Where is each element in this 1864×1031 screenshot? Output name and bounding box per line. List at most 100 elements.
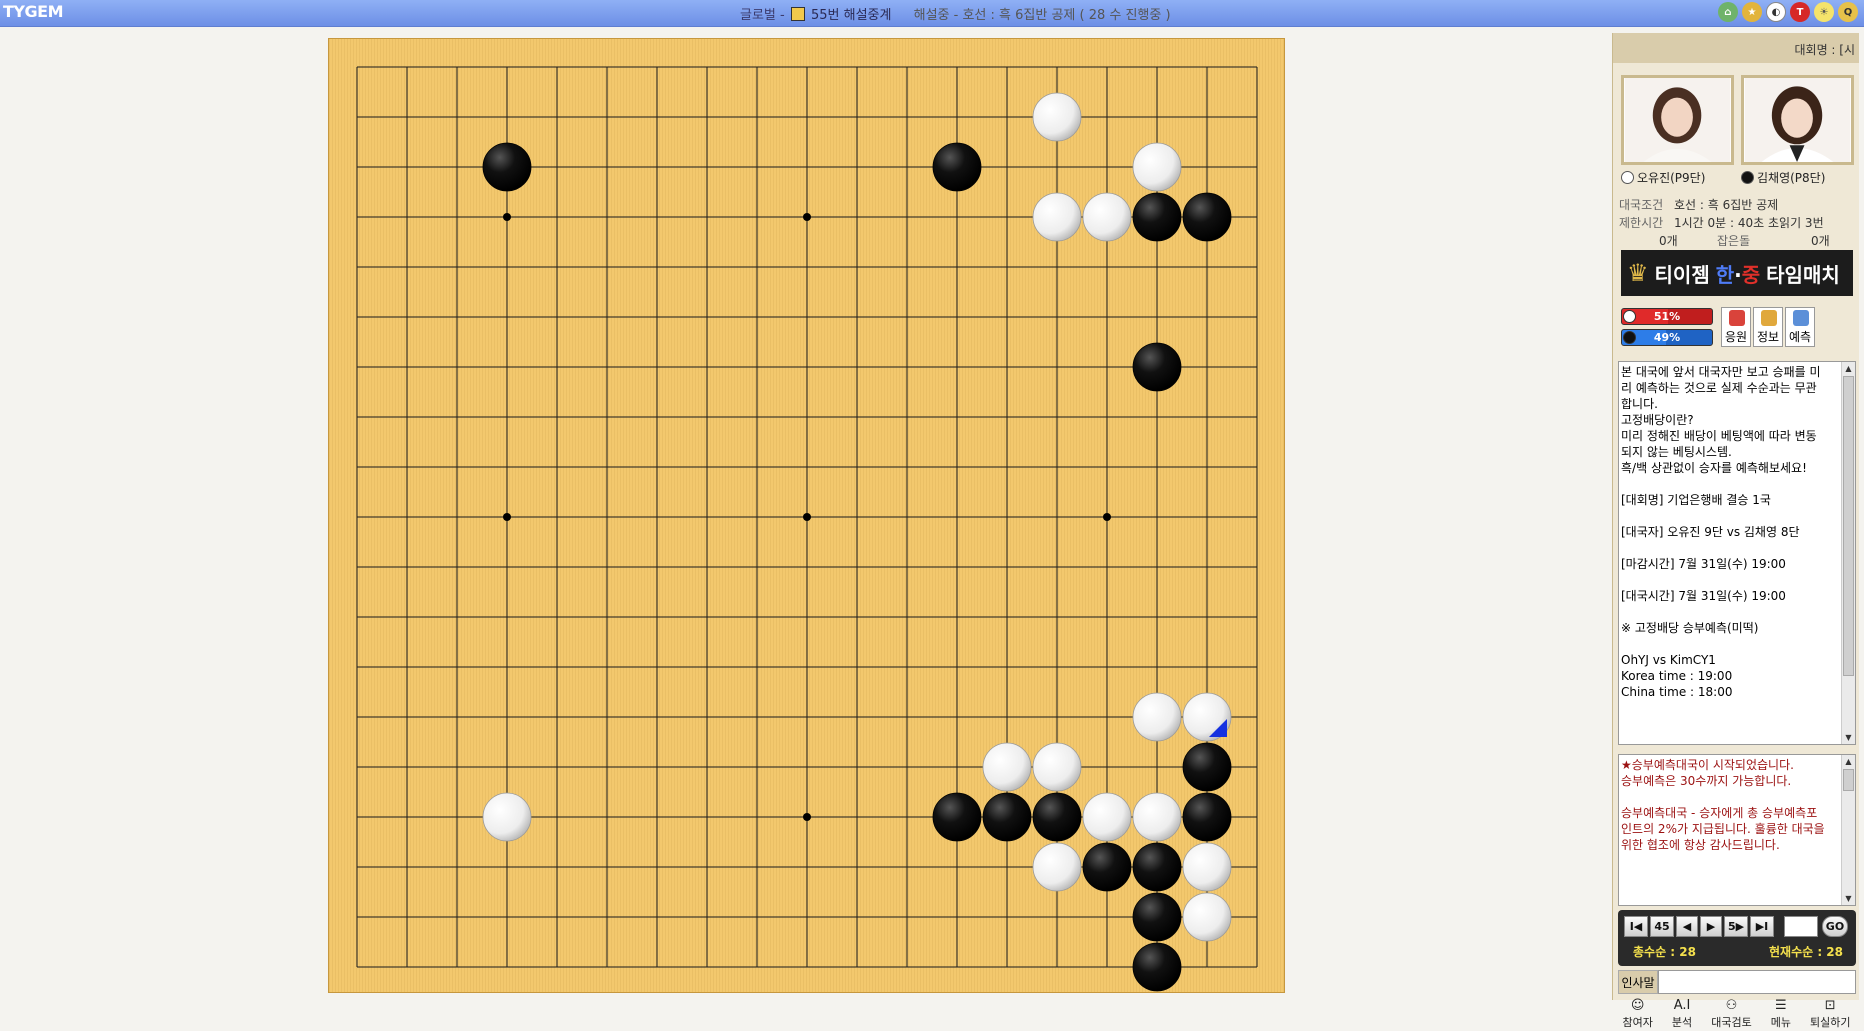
scroll-up-icon[interactable]: ▲ [1842, 755, 1855, 768]
bottom-toolbar: ☺ 참여자 A.I 분석 ⚇ 대국검토 ☰ 메뉴 ⊡ 퇴실하기 [1613, 995, 1860, 1031]
toolbar-label: 메뉴 [1770, 1016, 1791, 1029]
scroll-thumb[interactable] [1843, 376, 1854, 676]
info-icon [1761, 310, 1777, 326]
forward-5-button[interactable]: 5▶ [1724, 916, 1748, 937]
text-line: 리 예측하는 것으로 실제 수순과는 무관 [1621, 381, 1817, 395]
black-win-percent: 49% [1621, 329, 1713, 346]
scroll-down-icon[interactable]: ▼ [1842, 892, 1855, 905]
toolbar-label: 퇴실하기 [1810, 1016, 1851, 1029]
go-button[interactable]: GO [1822, 916, 1848, 937]
info-text: 본 대국에 앞서 대국자만 보고 승패를 미리 예측하는 것으로 실제 수순과는… [1621, 364, 1839, 700]
black-stone [1182, 192, 1232, 242]
room-name: 55번 해설중계 [811, 8, 892, 23]
toolbar-button-1[interactable]: A.I 분석 [1672, 995, 1692, 1031]
scroll-up-icon[interactable]: ▲ [1842, 362, 1855, 375]
star-point [1103, 513, 1111, 521]
white-player-photo [1621, 75, 1734, 165]
notice-box[interactable]: ★승부예측대국이 시작되었습니다. 승부예측은 30수까지 가능합니다. 승부예측… [1618, 754, 1856, 906]
next-move-button[interactable]: ▶ [1700, 916, 1722, 937]
trophy-icon: ♛ [1627, 259, 1649, 287]
toolbar-button-0[interactable]: ☺ 참여자 [1623, 995, 1653, 1031]
predict-button[interactable]: 예측 [1785, 307, 1815, 347]
greeting-input[interactable] [1658, 970, 1856, 994]
white-stone [1132, 142, 1182, 192]
text-line: 고정배당이란? [1621, 413, 1694, 427]
white-stone [1032, 192, 1082, 242]
black-player-name: 김채영(P8단) [1741, 169, 1825, 186]
prev-move-button[interactable]: ◀ [1676, 916, 1698, 937]
title-bar: TYGEM 글로벌 - 55번 해설중계 해설중 - 호선 : 흑 6집반 공제… [0, 0, 1864, 27]
star-point [503, 513, 511, 521]
bulb-icon[interactable]: ☀ [1814, 2, 1834, 22]
white-stone [1082, 192, 1132, 242]
first-move-button[interactable]: I◀ [1624, 916, 1648, 937]
text-line: 합니다. [1621, 397, 1658, 411]
notice-scrollbar[interactable]: ▲ ▼ [1841, 755, 1855, 905]
room-badge-icon [790, 7, 805, 21]
scroll-down-icon[interactable]: ▼ [1842, 731, 1855, 744]
top-icons: ⌂ ★ ◐ T ☀ Q [1718, 2, 1858, 24]
side-panel: 대회명 : [시 오유진(P9단) 김채영(P8단) 대국조건 호선 : 흑 6집… [1612, 33, 1859, 1029]
rank-icon[interactable]: ★ [1742, 2, 1762, 22]
book-icon: ☰ [1775, 998, 1787, 1013]
review-icon: ⚇ [1725, 998, 1738, 1013]
text-line: 위한 협조에 항상 감사드립니다. [1621, 838, 1780, 852]
toolbar-button-2[interactable]: ⚇ 대국검토 [1711, 995, 1751, 1031]
go-board[interactable] [328, 38, 1285, 993]
move-number-input[interactable] [1784, 916, 1818, 937]
cheer-button[interactable]: 응원 [1721, 307, 1751, 347]
avatar [1744, 78, 1851, 162]
black-stone-icon [1741, 171, 1754, 184]
white-stone [1082, 792, 1132, 842]
text-line: [마감시간] 7월 31일(수) 19:00 [1621, 557, 1786, 571]
game-condition: 대국조건 호선 : 흑 6집반 공제 [1619, 198, 1779, 212]
people-icon: ☺ [1630, 998, 1645, 1013]
text-line: OhYJ vs KimCY1 [1621, 653, 1716, 667]
text-line: Korea time : 19:00 [1621, 669, 1733, 683]
star-point [803, 513, 811, 521]
back-5-button[interactable]: 45 [1650, 916, 1674, 937]
black-stone [932, 792, 982, 842]
toolbar-button-4[interactable]: ⊡ 퇴실하기 [1810, 995, 1850, 1031]
info-scrollbar[interactable]: ▲ ▼ [1841, 362, 1855, 744]
event-banner[interactable]: ♛ 티이젬 한·중 타임매치 [1621, 250, 1853, 296]
info-button[interactable]: 정보 [1753, 307, 1783, 347]
toolbar-label: 참여자 [1622, 1016, 1653, 1029]
white-stone [1032, 92, 1082, 142]
text-line [1621, 789, 1839, 805]
black-stone-icon [1623, 331, 1636, 344]
board-grid[interactable] [329, 39, 1286, 994]
white-stone [1032, 742, 1082, 792]
title-prefix: 글로벌 - [740, 8, 785, 23]
text-line: [대국자] 오유진 9단 vs 김채영 8단 [1621, 525, 1800, 539]
text-line [1621, 572, 1839, 588]
total-moves: 총수순 : 28 [1633, 945, 1696, 959]
t-icon[interactable]: T [1790, 2, 1810, 22]
penguin-icon[interactable]: ◐ [1766, 2, 1786, 22]
white-stone [1182, 842, 1232, 892]
quiz-icon[interactable]: Q [1838, 2, 1858, 22]
white-stone [1032, 842, 1082, 892]
scroll-thumb[interactable] [1843, 769, 1854, 791]
prediction-info-box[interactable]: 본 대국에 앞서 대국자만 보고 승패를 미리 예측하는 것으로 실제 수순과는… [1618, 361, 1856, 745]
cheer-icon [1729, 310, 1745, 326]
black-stone [1132, 342, 1182, 392]
last-move-button[interactable]: ▶I [1750, 916, 1774, 937]
black-stone [1132, 892, 1182, 942]
time-limit: 제한시간 1시간 0분 : 40초 초읽기 3번 [1619, 216, 1824, 230]
white-stone [1132, 792, 1182, 842]
text-line: 승부예측은 30수까지 가능합니다. [1621, 774, 1792, 788]
toolbar-label: 대국검토 [1711, 1016, 1752, 1029]
white-stone [482, 792, 532, 842]
black-stone [1132, 842, 1182, 892]
white-player-name: 오유진(P9단) [1621, 169, 1705, 186]
text-line: [대회명] 기업은행배 결승 1국 [1621, 493, 1771, 507]
home-icon[interactable]: ⌂ [1718, 2, 1738, 22]
current-move: 현재수순 : 28 [1768, 945, 1843, 959]
text-line: 되지 않는 베팅시스템. [1621, 445, 1732, 459]
text-line [1621, 476, 1839, 492]
text-line: 인트의 2%가 지급됩니다. 훌륭한 대국을 [1621, 822, 1825, 836]
toolbar-button-3[interactable]: ☰ 메뉴 [1771, 995, 1791, 1031]
game-status: 해설중 - 호선 : 흑 6집반 공제 ( 28 수 진행중 ) [913, 8, 1171, 23]
white-stone-icon [1623, 310, 1636, 323]
